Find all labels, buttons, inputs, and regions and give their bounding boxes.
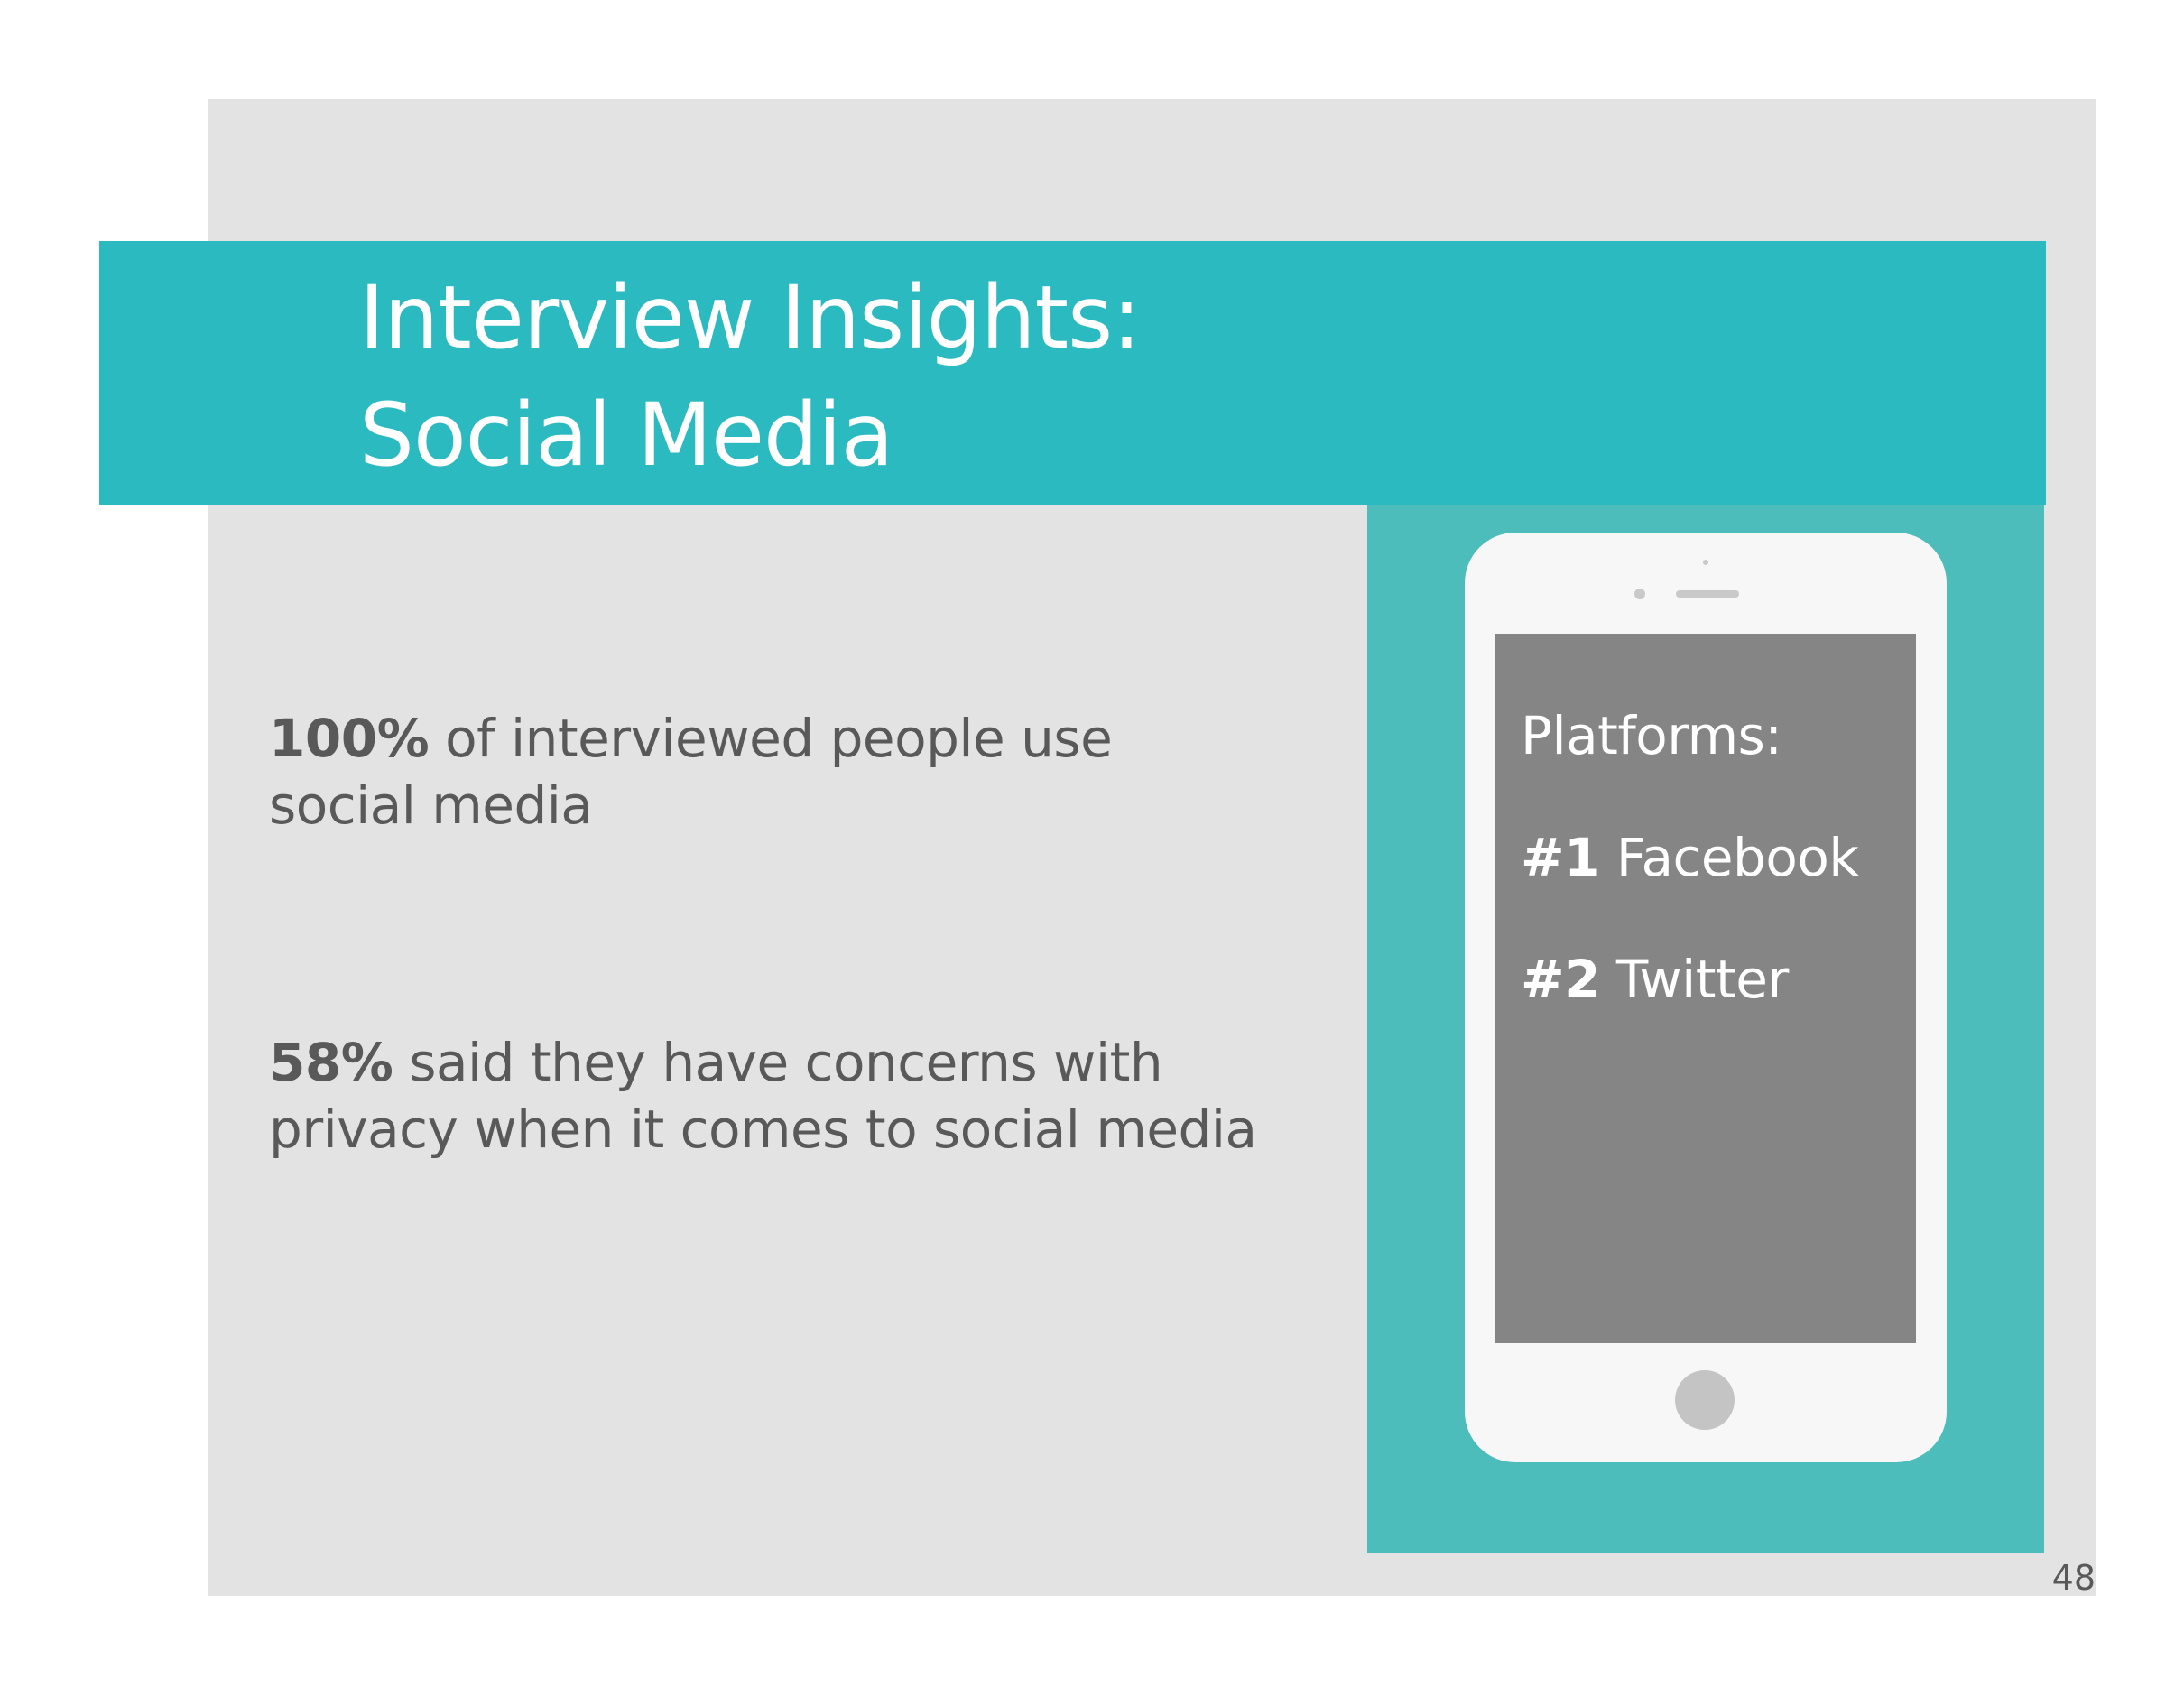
phone-illustration: Platforms: #1 Facebook #2 Twitter	[1465, 533, 1947, 1462]
platform-item: #2 Twitter	[1521, 948, 1789, 1011]
platform-name: Twitter	[1599, 949, 1789, 1010]
title-banner: Interview Insights: Social Media	[99, 241, 2046, 505]
phone-screen: Platforms: #1 Facebook #2 Twitter	[1495, 634, 1916, 1343]
platform-rank: #1	[1521, 827, 1600, 888]
phone-speaker-icon	[1676, 590, 1739, 598]
phone-sensor-icon	[1703, 560, 1708, 565]
platforms-heading: Platforms:	[1521, 705, 1782, 766]
slide-title-line-1: Interview Insights:	[359, 267, 1142, 368]
platform-name: Facebook	[1599, 827, 1859, 888]
stat-description: said they have concerns with privacy whe…	[269, 1032, 1257, 1160]
platform-item: #1 Facebook	[1521, 826, 1859, 889]
phone-panel: Platforms: #1 Facebook #2 Twitter	[1367, 505, 2044, 1553]
platform-rank: #2	[1521, 949, 1600, 1010]
phone-camera-icon	[1634, 589, 1645, 599]
slide-title-line-2: Social Media	[359, 385, 893, 486]
stat-value: 100%	[269, 708, 430, 769]
stat-value: 58%	[269, 1032, 393, 1093]
stat-social-media-usage: 100% of interviewed people use social me…	[269, 705, 1262, 839]
page-number: 48	[2051, 1558, 2096, 1598]
slide-title: Interview Insights: Social Media	[359, 259, 1142, 494]
stat-privacy-concerns: 58% said they have concerns with privacy…	[269, 1029, 1262, 1163]
phone-home-button-icon	[1675, 1370, 1735, 1430]
